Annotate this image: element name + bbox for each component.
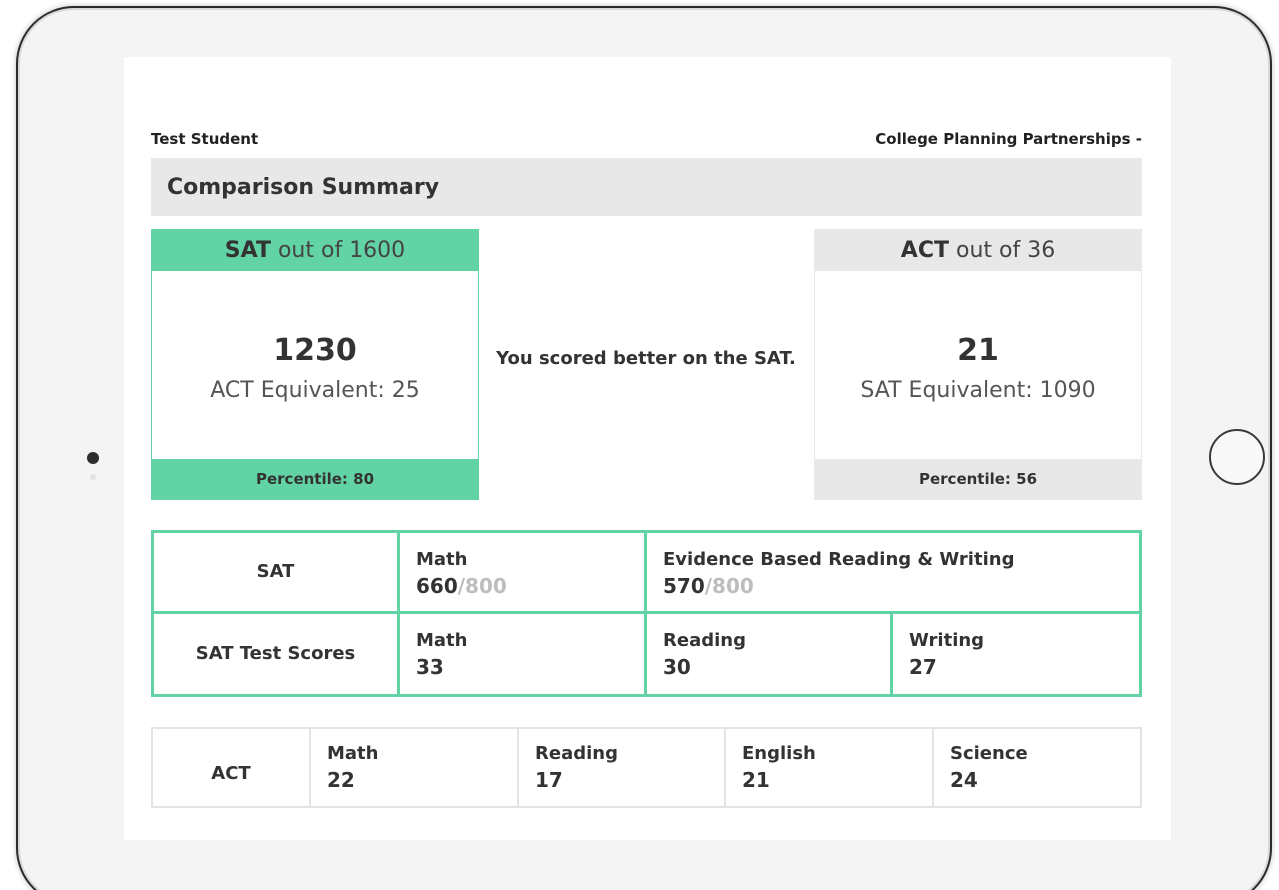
act-reading-title: Reading bbox=[535, 743, 618, 764]
act-percentile: Percentile: 56 bbox=[815, 459, 1141, 499]
act-math-score: 22 bbox=[327, 768, 355, 793]
sat-percentile: Percentile: 80 bbox=[152, 459, 478, 499]
sat-card-header: SAT out of 1600 bbox=[152, 230, 478, 271]
sat-test-writing-cell: Writing 27 bbox=[893, 614, 1139, 694]
comparison-message: You scored better on the SAT. bbox=[496, 348, 796, 369]
home-button[interactable] bbox=[1209, 429, 1265, 485]
sat-test-reading-cell: Reading 30 bbox=[647, 614, 893, 694]
act-score: 21 bbox=[957, 333, 999, 368]
sat-test-writing-score: 27 bbox=[909, 655, 937, 680]
sat-test-reading-title: Reading bbox=[663, 630, 746, 651]
sat-math-cell: Math 660/800 bbox=[400, 533, 647, 611]
act-reading-cell: Reading 17 bbox=[519, 729, 726, 806]
act-math-title: Math bbox=[327, 743, 379, 764]
sat-ebrw-score: 570 bbox=[663, 574, 705, 599]
sat-test-math-title: Math bbox=[416, 630, 468, 651]
sat-math-score: 660 bbox=[416, 574, 458, 599]
table-row: SAT Math 660/800 Evidence Based Reading … bbox=[154, 533, 1139, 614]
act-card-body: 21 SAT Equivalent: 1090 bbox=[815, 271, 1141, 459]
act-math-cell: Math 22 bbox=[311, 729, 519, 806]
sat-test-reading-score: 30 bbox=[663, 655, 691, 680]
act-score-card: ACT out of 36 21 SAT Equivalent: 1090 Pe… bbox=[814, 229, 1142, 500]
sat-test-scores-label: SAT Test Scores bbox=[154, 614, 400, 694]
act-row-label: ACT bbox=[153, 729, 311, 806]
table-row: SAT Test Scores Math 33 Reading 30 Writi… bbox=[154, 614, 1139, 694]
act-card-header: ACT out of 36 bbox=[815, 230, 1141, 271]
act-english-score: 21 bbox=[742, 768, 770, 793]
screen: Test Student College Planning Partnershi… bbox=[124, 57, 1171, 840]
act-science-score: 24 bbox=[950, 768, 978, 793]
act-english-title: English bbox=[742, 743, 816, 764]
sat-test-math-score: 33 bbox=[416, 655, 444, 680]
sat-scores-table: SAT Math 660/800 Evidence Based Reading … bbox=[151, 530, 1142, 697]
sat-ebrw-title: Evidence Based Reading & Writing bbox=[663, 549, 1015, 570]
sat-score: 1230 bbox=[273, 333, 357, 368]
sat-card-body: 1230 ACT Equivalent: 25 bbox=[152, 271, 478, 459]
act-card-label: ACT bbox=[900, 238, 949, 263]
act-reading-score: 17 bbox=[535, 768, 563, 793]
summary-title: Comparison Summary bbox=[167, 174, 440, 200]
summary-title-bar: Comparison Summary bbox=[151, 158, 1142, 216]
sat-card-scale: out of 1600 bbox=[277, 238, 406, 263]
act-science-cell: Science 24 bbox=[934, 729, 1140, 806]
act-sat-equivalent: SAT Equivalent: 1090 bbox=[860, 378, 1096, 403]
act-english-cell: English 21 bbox=[726, 729, 934, 806]
sensor-dot bbox=[90, 474, 96, 480]
act-scores-table: ACT Math 22 Reading 17 English 21 Scienc… bbox=[151, 727, 1142, 808]
sat-ebrw-max: /800 bbox=[704, 574, 754, 599]
camera-icon bbox=[87, 452, 99, 464]
sat-math-max: /800 bbox=[457, 574, 507, 599]
sat-math-value: 660/800 bbox=[416, 572, 644, 600]
sat-score-card: SAT out of 1600 1230 ACT Equivalent: 25 … bbox=[151, 229, 479, 500]
sat-test-math-cell: Math 33 bbox=[400, 614, 647, 694]
sat-act-equivalent: ACT Equivalent: 25 bbox=[210, 378, 420, 403]
act-card-scale: out of 36 bbox=[955, 238, 1056, 263]
report-header: Test Student College Planning Partnershi… bbox=[151, 130, 1142, 148]
sat-ebrw-cell: Evidence Based Reading & Writing 570/800 bbox=[647, 533, 1139, 611]
organization-name: College Planning Partnerships - bbox=[875, 130, 1142, 148]
sat-row-label: SAT bbox=[154, 533, 400, 611]
student-name: Test Student bbox=[151, 130, 259, 148]
sat-card-label: SAT bbox=[224, 238, 271, 263]
act-science-title: Science bbox=[950, 743, 1028, 764]
sat-math-title: Math bbox=[416, 549, 468, 570]
sat-ebrw-value: 570/800 bbox=[663, 572, 1139, 600]
sat-test-writing-title: Writing bbox=[909, 630, 985, 651]
